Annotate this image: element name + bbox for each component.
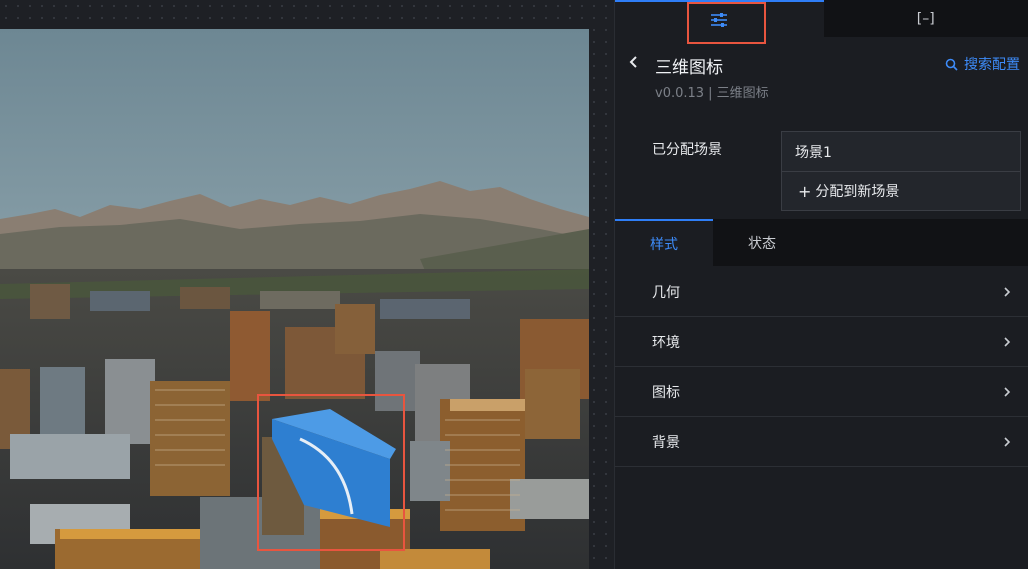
app-root: [–] 三维图标 v0.0.13 | 三维图标 搜索配置 已分配场景 场景1 +… — [0, 0, 1028, 569]
component-version: v0.0.13 | 三维图标 — [655, 86, 769, 101]
assigned-scene-label: 已分配场景 — [652, 142, 722, 158]
chevron-right-icon — [1004, 336, 1011, 347]
tab-style[interactable]: 样式 — [615, 219, 713, 266]
section-label: 背景 — [652, 434, 680, 451]
section-icon[interactable]: 图标 — [615, 367, 1028, 417]
section-geometry[interactable]: 几何 — [615, 267, 1028, 317]
assign-new-scene-button[interactable]: + 分配到新场景 — [782, 171, 1020, 210]
search-config-button[interactable]: 搜索配置 — [945, 54, 1020, 74]
section-environment[interactable]: 环境 — [615, 317, 1028, 367]
scene-list: 场景1 + 分配到新场景 — [781, 131, 1021, 211]
search-config-label: 搜索配置 — [964, 57, 1020, 73]
section-label: 图标 — [652, 384, 680, 401]
config-panel: [–] 三维图标 v0.0.13 | 三维图标 搜索配置 已分配场景 场景1 +… — [614, 0, 1028, 569]
section-label: 几何 — [652, 284, 680, 301]
search-icon — [945, 58, 958, 71]
section-label: 环境 — [652, 334, 680, 351]
back-arrow-icon[interactable] — [627, 54, 641, 70]
tab-state[interactable]: 状态 — [713, 219, 811, 266]
chevron-right-icon — [1004, 436, 1011, 447]
scene-item-label: 场景1 — [795, 144, 832, 161]
tab-collapse[interactable]: [–] — [823, 0, 1028, 37]
tab-highlight-box — [687, 2, 766, 44]
selection-highlight-box — [257, 394, 405, 551]
chevron-right-icon — [1004, 286, 1011, 297]
editor-canvas[interactable] — [0, 0, 614, 569]
assign-new-scene-label: 分配到新场景 — [815, 184, 900, 200]
collapse-icon: [–] — [916, 10, 935, 27]
section-background[interactable]: 背景 — [615, 417, 1028, 467]
component-title: 三维图标 — [655, 58, 723, 78]
style-state-tabs: 样式 状态 — [615, 219, 1028, 266]
style-sections: 几何 环境 图标 背景 — [615, 267, 1028, 467]
plus-icon: + — [798, 181, 812, 201]
panel-top-tabs: [–] — [615, 0, 1028, 44]
chevron-right-icon — [1004, 386, 1011, 397]
scene-item[interactable]: 场景1 — [782, 132, 1020, 171]
